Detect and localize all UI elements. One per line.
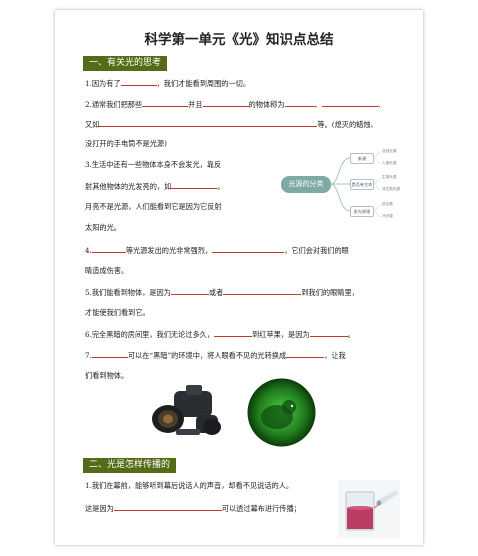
answer-blank[interactable] xyxy=(142,98,189,107)
night-vision-view-image xyxy=(241,377,322,448)
answer-blank[interactable] xyxy=(223,286,302,295)
question-7-line-2: 们看到物体。 xyxy=(85,371,129,380)
answer-blank[interactable] xyxy=(170,286,209,295)
night-vision-device-image xyxy=(146,377,227,448)
answer-blank[interactable] xyxy=(99,118,318,127)
mindmap-branch-principle: 发光原理 xyxy=(350,206,374,217)
question-6: 6.完全黑暗的房间里，我们无论过多久， 到红苹果，是因为。 xyxy=(85,328,355,339)
mindmap-leaf: 自然光源 xyxy=(382,149,397,153)
question-3-line-4: 太阳的光。 xyxy=(85,223,121,232)
mindmap-leaf: 非生物光源 xyxy=(382,187,400,191)
mindmap-leaf: 生物光源 xyxy=(382,175,397,179)
mindmap-leaf: 人造光源 xyxy=(382,161,397,165)
mindmap-branch-source: 来源 xyxy=(350,153,374,164)
answer-blank[interactable] xyxy=(214,328,253,337)
mindmap-leaf: 热光源 xyxy=(382,202,393,206)
mindmap-center-node: 光源的分类 xyxy=(281,176,331,193)
question-3-line-1: 3.生活中还有一些物体本身不会发光，靠反 xyxy=(85,160,222,169)
answer-blank[interactable] xyxy=(212,244,285,253)
question-4-line-2: 睛造成伤害。 xyxy=(85,266,129,275)
question-7-line-1: 7. 可以在“黑暗”的环境中，将人眼看不见的光转换成 ，让我 xyxy=(85,349,346,360)
section2-question-1-line-2: 这是因为 可以透过幕布进行传播； xyxy=(85,502,301,513)
answer-blank[interactable] xyxy=(284,98,315,107)
question-3-line-3: 月亮不是光源，人们能看到它是因为它反射 xyxy=(85,202,222,211)
question-5-line-2: 才能使我们看到它。 xyxy=(85,308,150,317)
question-4-line-1: 4. 等光源发出的光非常强烈， ，它们会对我们的眼 xyxy=(85,244,349,255)
question-2-line-3: 没打开的手电筒不是光源) xyxy=(85,139,167,148)
question-5-line-1: 5.我们能看到物体，是因为 或者 到我们的眼睛里， xyxy=(85,286,359,297)
mindmap-branch-life: 是否有生命 xyxy=(350,179,374,190)
answer-blank[interactable] xyxy=(91,244,126,253)
answer-blank[interactable] xyxy=(113,502,222,511)
section-heading-2: 二、光是怎样传播的 xyxy=(83,458,177,473)
question-2-line-2: 又如 等。(熄灭的蜡烛、 xyxy=(85,118,378,129)
answer-blank[interactable] xyxy=(286,349,325,358)
section2-question-1-line-1: 1.我们在幕前，能够听到幕后说话人的声音，却看不见说话的人。 xyxy=(85,481,294,490)
mindmap-leaf: 冷光源 xyxy=(382,214,393,218)
beaker-experiment-image xyxy=(338,480,400,538)
answer-blank[interactable] xyxy=(171,180,218,189)
document-page: 科学第一单元《光》知识点总结 一、有关光的思考 1.因为有了 ，我们才能看到周围的… xyxy=(55,10,423,545)
answer-blank[interactable] xyxy=(91,349,128,358)
question-2-line-1: 2.通常我们把那些 并且 的物体称为、、 xyxy=(85,98,385,109)
answer-blank[interactable] xyxy=(202,98,249,107)
answer-blank[interactable] xyxy=(309,328,348,337)
section-heading-1: 一、有关光的思考 xyxy=(83,56,168,71)
question-1: 1.因为有了 ，我们才能看到周围的一切。 xyxy=(85,77,251,88)
answer-blank[interactable] xyxy=(321,98,378,107)
document-title: 科学第一单元《光》知识点总结 xyxy=(144,32,334,48)
answer-blank[interactable] xyxy=(120,77,157,86)
light-source-mindmap: 光源的分类 来源 是否有生命 发光原理 自然光源 人造光源 生物光源 非生物光源… xyxy=(277,148,423,223)
question-3-line-2: 射其他物体的光发亮的，如。 xyxy=(85,180,225,191)
